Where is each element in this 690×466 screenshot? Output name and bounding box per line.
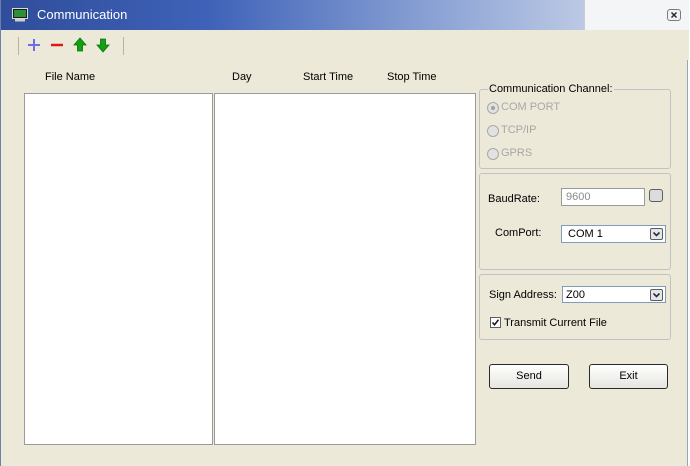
comport-value: COM 1 bbox=[568, 228, 603, 240]
close-icon bbox=[670, 11, 678, 19]
exit-button[interactable]: Exit bbox=[589, 364, 668, 389]
send-button[interactable]: Send bbox=[489, 364, 569, 389]
baudrate-options-button[interactable] bbox=[649, 189, 663, 202]
file-name-list[interactable] bbox=[24, 93, 213, 445]
window-title: Communication bbox=[37, 7, 128, 22]
move-down-button[interactable] bbox=[94, 36, 112, 54]
communication-channel-label: Communication Channel: bbox=[488, 83, 614, 95]
move-up-button[interactable] bbox=[71, 36, 89, 54]
communication-window: Communication File Name Day Start Time S… bbox=[0, 0, 689, 466]
radio-com-port[interactable] bbox=[487, 102, 499, 114]
add-button[interactable] bbox=[25, 36, 43, 54]
sign-settings-group bbox=[479, 274, 671, 340]
radio-gprs-label: GPRS bbox=[501, 147, 533, 159]
column-header-file-name[interactable]: File Name bbox=[45, 71, 95, 83]
chevron-down-icon bbox=[652, 292, 661, 298]
chevron-down-icon bbox=[652, 231, 661, 237]
sign-address-dropdown-button[interactable] bbox=[650, 289, 663, 301]
toolbar-separator bbox=[123, 37, 124, 55]
comport-select[interactable]: COM 1 bbox=[561, 225, 666, 243]
radio-com-port-label: COM PORT bbox=[501, 101, 561, 113]
checkmark-icon bbox=[491, 319, 500, 327]
transmit-current-file-checkbox[interactable] bbox=[490, 317, 501, 328]
sign-address-value: Z00 bbox=[566, 289, 585, 301]
baudrate-field[interactable]: 9600 bbox=[561, 188, 645, 206]
radio-gprs[interactable] bbox=[487, 148, 499, 160]
radio-selected-dot bbox=[491, 106, 495, 110]
sign-address-label: Sign Address: bbox=[489, 289, 557, 301]
close-button[interactable] bbox=[667, 9, 681, 21]
transmit-current-file-label: Transmit Current File bbox=[504, 317, 607, 329]
monitor-icon bbox=[12, 8, 28, 22]
column-header-stop-time[interactable]: Stop Time bbox=[387, 71, 437, 83]
toolbar-separator bbox=[18, 37, 19, 55]
title-bar[interactable]: Communication bbox=[1, 0, 689, 30]
remove-icon bbox=[51, 43, 63, 47]
sign-address-select[interactable]: Z00 bbox=[562, 286, 666, 303]
comport-dropdown-button[interactable] bbox=[650, 228, 663, 240]
remove-button[interactable] bbox=[48, 36, 66, 54]
baudrate-label: BaudRate: bbox=[488, 193, 540, 205]
add-icon bbox=[28, 39, 40, 51]
schedule-list[interactable] bbox=[214, 93, 476, 445]
column-header-day[interactable]: Day bbox=[232, 71, 252, 83]
radio-tcp-ip[interactable] bbox=[487, 125, 499, 137]
move-down-icon bbox=[96, 38, 110, 53]
comport-label: ComPort: bbox=[495, 227, 542, 239]
column-header-start-time[interactable]: Start Time bbox=[303, 71, 353, 83]
move-up-icon bbox=[73, 37, 87, 52]
radio-tcp-ip-label: TCP/IP bbox=[501, 124, 537, 136]
